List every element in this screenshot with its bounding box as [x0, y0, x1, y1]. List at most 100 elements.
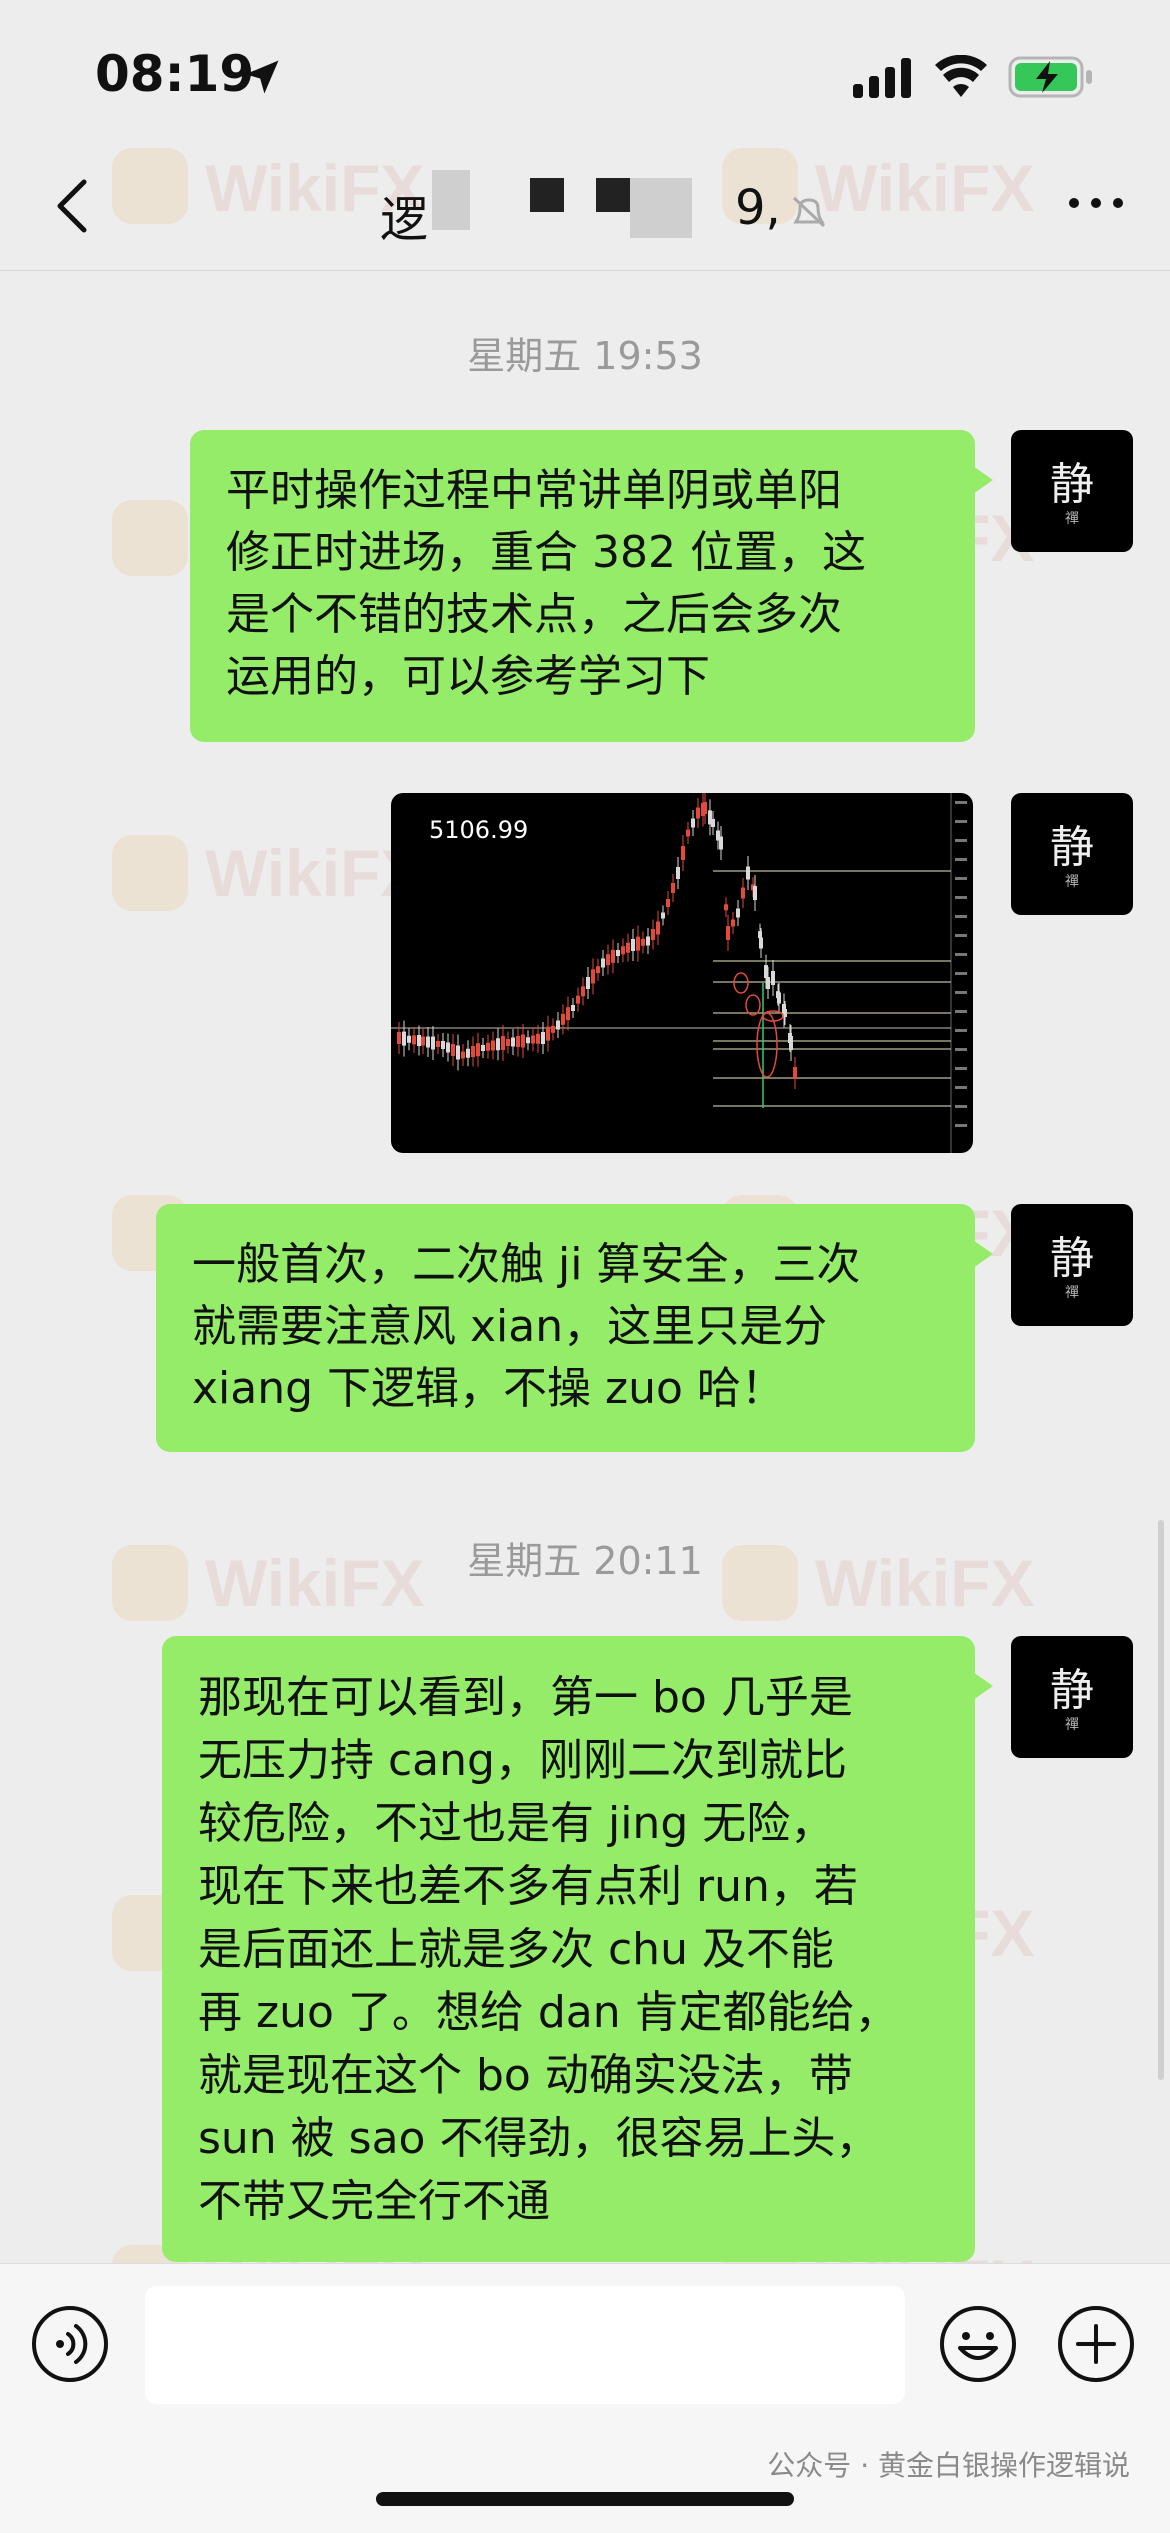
price-axis-tick — [955, 896, 967, 899]
candle-body — [626, 942, 630, 953]
ellipsis-icon[interactable] — [1066, 188, 1126, 218]
candle-body — [446, 1042, 450, 1053]
price-axis-tick — [955, 1029, 967, 1032]
emoji-icon[interactable] — [938, 2304, 1018, 2384]
price-axis-tick — [955, 1124, 967, 1127]
candle-body — [476, 1043, 480, 1057]
candle-body — [671, 883, 675, 893]
candle-body — [601, 958, 605, 968]
timestamp-separator: 星期五 19:53 — [467, 334, 703, 378]
candle-body — [696, 807, 700, 819]
avatar[interactable]: 静 禪 — [1011, 1636, 1133, 1758]
muted-bell-icon — [792, 196, 826, 228]
candle-body — [397, 1032, 401, 1044]
candle-body — [753, 886, 757, 900]
candle-body — [511, 1037, 515, 1047]
avatar-glyph: 静 — [1050, 1233, 1094, 1284]
candle-body — [686, 829, 690, 837]
candle-body — [526, 1037, 530, 1044]
candle-body — [741, 887, 745, 899]
candle-body — [591, 969, 595, 984]
chart-image-message[interactable]: 5106.99 — [391, 793, 973, 1153]
message-input[interactable] — [145, 2286, 905, 2404]
candle-body — [616, 950, 620, 956]
avatar-glyph: 静 — [1050, 459, 1094, 510]
chart-price-label: 5106.99 — [429, 816, 528, 844]
candle-body — [631, 939, 635, 951]
candle-body — [771, 971, 775, 985]
candle-body — [407, 1035, 411, 1043]
candle-body — [486, 1042, 490, 1051]
candle-body — [719, 836, 723, 850]
candle-body — [561, 1013, 565, 1025]
price-axis-tick — [955, 1010, 967, 1013]
avatar-glyph: 静 — [1050, 822, 1094, 873]
candle-body — [536, 1033, 540, 1044]
candle-body — [656, 921, 660, 935]
candle-body — [491, 1040, 495, 1051]
price-axis-tick — [955, 877, 967, 880]
candle-body — [736, 908, 740, 918]
home-indicator — [376, 2492, 794, 2506]
avatar-subtext: 禪 — [1065, 1285, 1079, 1301]
candle-body — [661, 912, 665, 919]
voice-icon[interactable] — [30, 2304, 110, 2384]
price-axis-tick — [955, 953, 967, 956]
avatar[interactable]: 静 禪 — [1011, 793, 1133, 915]
timestamp-separator: 星期五 20:11 — [467, 1539, 703, 1583]
candle-body — [546, 1026, 550, 1041]
avatar-glyph: 静 — [1050, 1665, 1094, 1716]
candle-body — [581, 986, 585, 997]
candle-body — [521, 1034, 525, 1048]
candle-body — [566, 1007, 570, 1021]
avatar-subtext: 禪 — [1065, 1717, 1079, 1733]
price-axis-tick — [955, 991, 967, 994]
redaction-block — [530, 178, 564, 212]
candle-body — [746, 866, 750, 880]
chat-title-tail: 9, — [735, 180, 781, 236]
cellular-signal-icon — [853, 58, 911, 98]
candle-body — [621, 946, 625, 955]
candle-body — [436, 1041, 440, 1047]
message-bubble[interactable]: 一般首次，二次触 ji 算安全，三次 就需要注意风 xian，这里只是分 xia… — [156, 1204, 993, 1452]
annotation-circle — [756, 1012, 778, 1078]
candle-body — [724, 904, 728, 911]
candle-body — [481, 1045, 485, 1051]
candle-body — [506, 1039, 510, 1046]
candle-body — [759, 937, 763, 949]
candle-body — [531, 1035, 535, 1044]
price-axis-tick — [955, 858, 967, 861]
annotation-circle — [745, 994, 761, 1016]
candle-body — [496, 1038, 500, 1051]
candle-body — [606, 954, 610, 966]
scrollbar[interactable] — [1158, 1520, 1164, 2080]
avatar-subtext: 禪 — [1065, 874, 1079, 890]
candle-body — [426, 1036, 430, 1048]
candle-body — [764, 965, 768, 979]
message-bubble[interactable]: 那现在可以看到，第一 bo 几乎是 无压力持 cang，刚刚二次到就比 较危险，… — [162, 1636, 993, 2262]
candle-body — [441, 1041, 445, 1049]
candle-body — [501, 1036, 505, 1050]
watermark-logo-icon — [112, 835, 188, 911]
avatar[interactable]: 静 禪 — [1011, 430, 1133, 552]
annotation-circle — [733, 972, 749, 994]
candle-body — [711, 819, 715, 827]
candle-body — [777, 992, 781, 1004]
chevron-left-icon[interactable] — [44, 176, 104, 236]
candle-body — [636, 936, 640, 951]
avatar[interactable]: 静 禪 — [1011, 1204, 1133, 1326]
price-axis-tick — [955, 1067, 967, 1070]
chat-title: 逻 — [380, 192, 429, 248]
battery-charging-icon — [1008, 56, 1092, 98]
status-bar: 08:19 — [0, 0, 1170, 150]
redaction-block — [432, 170, 470, 230]
candle-body — [541, 1032, 545, 1044]
plus-icon[interactable] — [1056, 2304, 1136, 2384]
message-bubble[interactable]: 平时操作过程中常讲单阴或单阳 修正时进场，重合 382 位置，这 是个不错的技术… — [190, 430, 993, 742]
price-axis-tick — [955, 820, 967, 823]
candle-body — [461, 1051, 465, 1059]
candle-body — [691, 818, 695, 828]
candle-body — [417, 1035, 421, 1046]
candle-body — [641, 938, 645, 946]
location-arrow-icon — [245, 60, 279, 94]
